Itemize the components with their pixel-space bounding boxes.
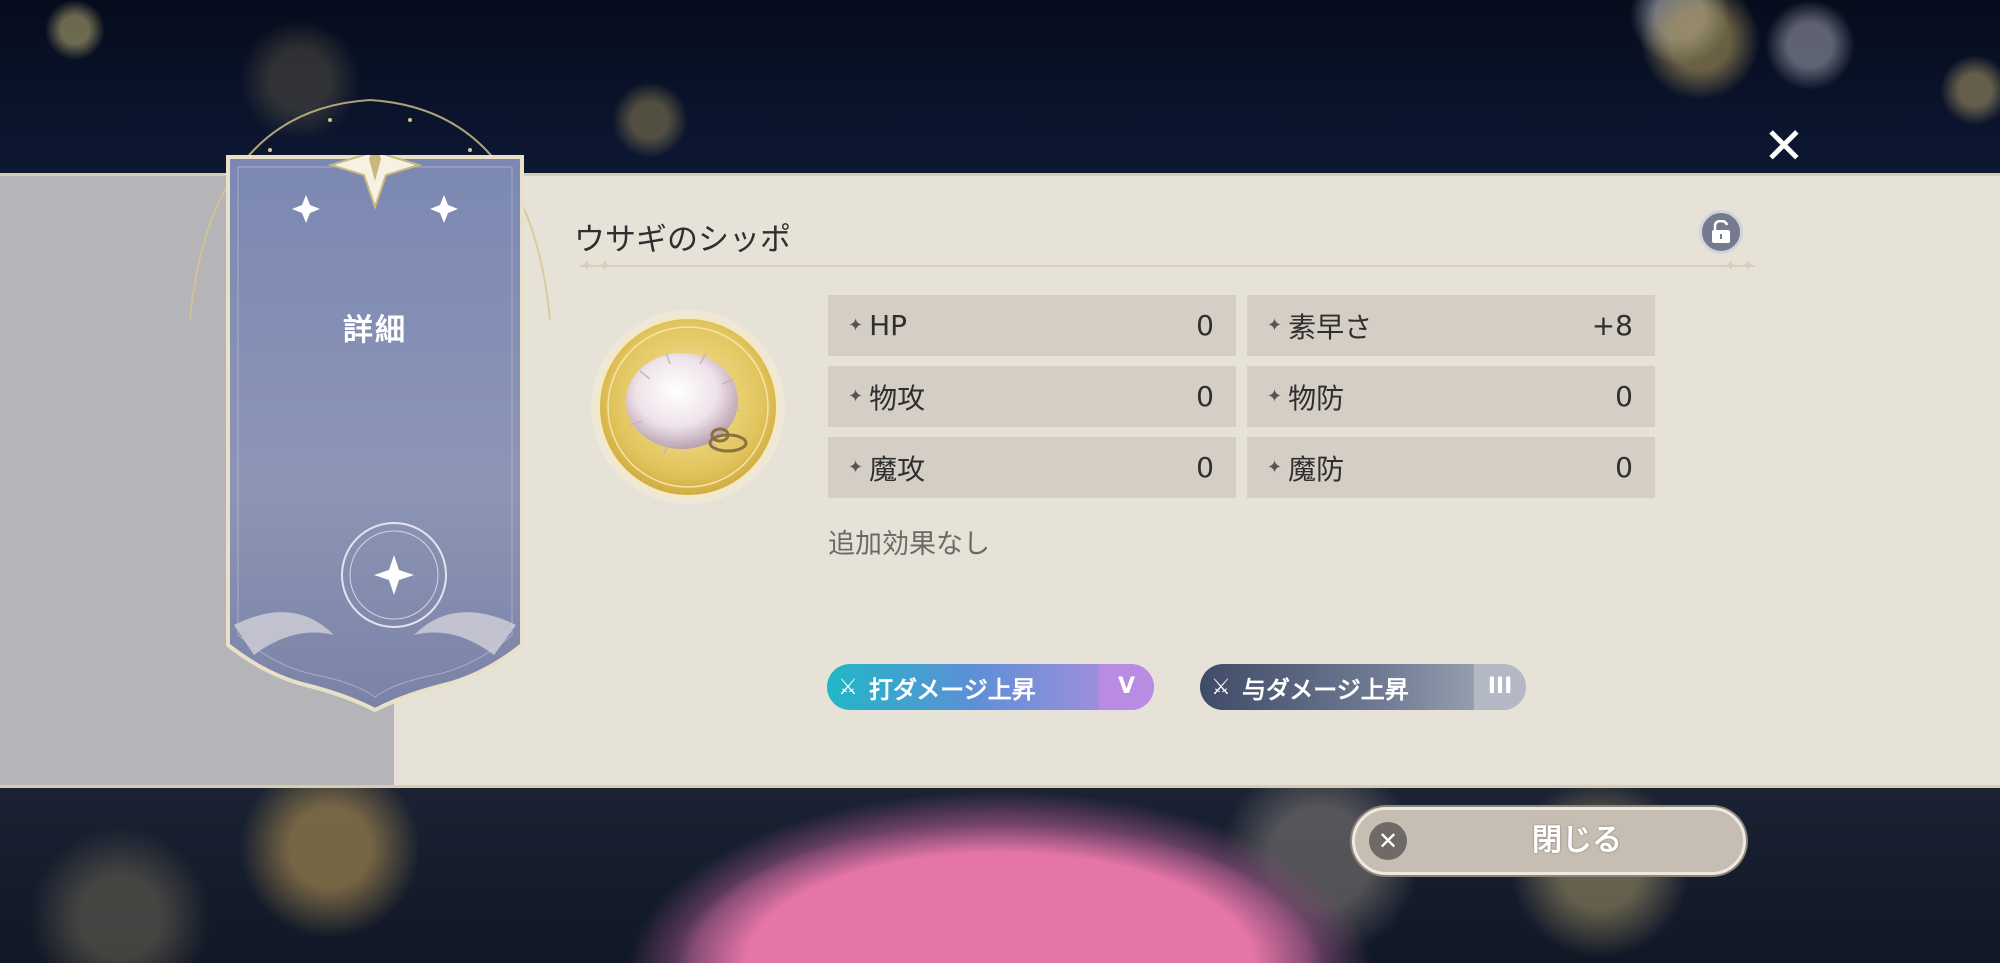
close-button-label: 閉じる	[1532, 823, 1622, 858]
sparkle-icon: ✦	[848, 386, 864, 407]
stat-value: 0	[1615, 451, 1633, 484]
sparkle-icon: ✦	[1267, 315, 1283, 336]
stat-magic-attack: ✦ 魔攻 0	[828, 437, 1236, 498]
item-name: ウサギのシッポ	[574, 222, 791, 258]
sparkle-icon: ✦	[848, 315, 864, 336]
stat-value: +8	[1591, 309, 1633, 342]
sparkle-icon: ✦	[1267, 386, 1283, 407]
detail-tab-title: 詳細	[343, 313, 407, 348]
title-divider: ✦ ✦ ✦ ✦	[580, 256, 1755, 275]
stat-label: 魔攻	[869, 452, 926, 486]
close-icon[interactable]: ✕	[1758, 120, 1810, 172]
tag-label: 与ダメージ上昇	[1242, 675, 1409, 704]
sword-icon: ⚔	[838, 674, 858, 700]
stat-physical-attack: ✦ 物攻 0	[828, 366, 1236, 427]
stat-physical-defense: ✦ 物防 0	[1247, 366, 1655, 427]
tag-level: III	[1474, 664, 1526, 710]
stat-label: 素早さ	[1288, 310, 1373, 344]
tag-damage-dealt-up[interactable]: ⚔ 与ダメージ上昇 III	[1200, 664, 1526, 710]
unlock-icon[interactable]	[1699, 210, 1743, 254]
stat-label: 物攻	[869, 381, 926, 415]
stat-value: 0	[1196, 309, 1214, 342]
stat-speed: ✦ 素早さ +8	[1247, 295, 1655, 356]
sword-icon: ⚔	[1211, 674, 1231, 700]
stat-value: 0	[1196, 380, 1214, 413]
detail-banner: 詳細	[224, 155, 526, 715]
extra-effect-text: 追加効果なし	[828, 529, 990, 560]
tag-label: 打ダメージ上昇	[869, 675, 1036, 704]
sparkle-icon: ✦	[848, 457, 864, 478]
tag-level: V	[1099, 664, 1154, 710]
stat-hp: ✦ HP 0	[828, 295, 1236, 356]
stat-label: 魔防	[1288, 452, 1345, 486]
stat-label: HP	[869, 309, 908, 342]
stat-label: 物防	[1288, 381, 1345, 415]
close-button[interactable]: ✕ 閉じる	[1352, 807, 1746, 875]
stat-value: 0	[1615, 380, 1633, 413]
stat-value: 0	[1196, 451, 1214, 484]
stat-magic-defense: ✦ 魔防 0	[1247, 437, 1655, 498]
tag-strike-damage-up[interactable]: ⚔ 打ダメージ上昇 V	[827, 664, 1154, 710]
item-icon-rabbit-tail	[590, 309, 786, 505]
sparkle-icon: ✦	[1267, 457, 1283, 478]
